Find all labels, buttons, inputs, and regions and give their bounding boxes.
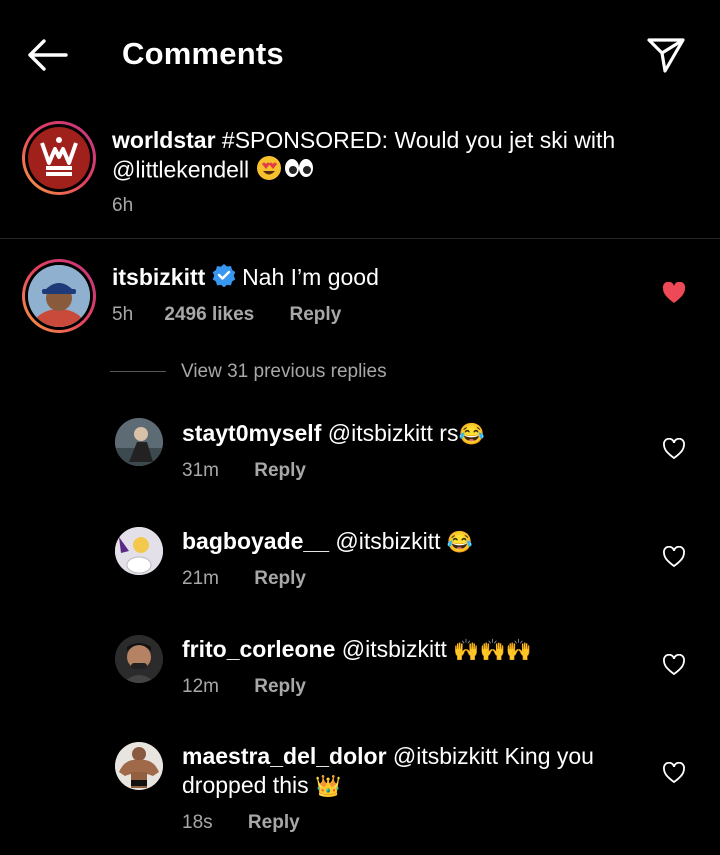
reply-username[interactable]: stayt0myself bbox=[182, 420, 321, 446]
reply-meta: 18s Reply bbox=[182, 812, 300, 834]
reply-button[interactable]: Reply bbox=[254, 568, 306, 589]
reply-meta: 12m Reply bbox=[182, 676, 306, 698]
send-icon[interactable] bbox=[646, 36, 686, 74]
reply-text: maestra_del_dolor @itsbizkitt King you d… bbox=[182, 742, 642, 801]
reply-text: bagboyade__ @itsbizkitt 😂 bbox=[182, 527, 473, 557]
heart-eyes-emoji-icon bbox=[256, 155, 284, 188]
reply-avatar[interactable] bbox=[115, 418, 163, 466]
comment-time: 5h bbox=[112, 304, 134, 325]
heart-outline-icon[interactable] bbox=[662, 761, 686, 784]
crown-emoji-icon: 👑 bbox=[314, 775, 342, 799]
heart-outline-icon[interactable] bbox=[662, 653, 686, 676]
page-title: Comments bbox=[122, 36, 284, 71]
heart-filled-icon[interactable] bbox=[662, 281, 686, 304]
reply-username[interactable]: frito_corleone bbox=[182, 636, 335, 662]
comment-username[interactable]: itsbizkitt bbox=[112, 264, 205, 290]
reply-button[interactable]: Reply bbox=[290, 304, 342, 325]
reply-meta: 31m Reply bbox=[182, 460, 306, 482]
comment-text: itsbizkitt Nah I’m good bbox=[112, 263, 379, 294]
reply-text: frito_corleone @itsbizkitt 🙌🙌🙌 bbox=[182, 635, 532, 665]
reply-meta: 21m Reply bbox=[182, 568, 306, 590]
likes-count[interactable]: 2496 likes bbox=[164, 304, 254, 325]
post-time: 6h bbox=[112, 195, 134, 216]
reply-button[interactable]: Reply bbox=[248, 812, 300, 833]
view-previous-replies[interactable]: View 31 previous replies bbox=[181, 361, 387, 383]
verified-badge-icon bbox=[212, 263, 236, 294]
comment-meta: 5h 2496 likes Reply bbox=[112, 304, 341, 326]
reply-avatar[interactable] bbox=[115, 635, 163, 683]
heart-outline-icon[interactable] bbox=[662, 545, 686, 568]
back-arrow-icon[interactable] bbox=[26, 38, 68, 72]
reply-time: 12m bbox=[182, 676, 219, 697]
replies-divider bbox=[110, 371, 166, 372]
mention-link[interactable]: @littlekendell bbox=[112, 157, 249, 183]
comment-avatar[interactable] bbox=[22, 259, 96, 333]
eyes-emoji-icon bbox=[284, 157, 314, 186]
worldstar-logo-icon bbox=[28, 127, 90, 189]
reply-username[interactable]: bagboyade__ bbox=[182, 528, 329, 554]
reply-username[interactable]: maestra_del_dolor bbox=[182, 743, 387, 769]
reply-avatar[interactable] bbox=[115, 527, 163, 575]
laughing-emoji-icon: 😂 bbox=[458, 423, 485, 447]
laughing-emoji-icon: 😂 bbox=[446, 531, 474, 555]
reply-text: stayt0myself @itsbizkitt rs😂 bbox=[182, 419, 485, 449]
reply-button[interactable]: Reply bbox=[254, 676, 306, 697]
avatar bbox=[28, 265, 90, 327]
post-avatar[interactable] bbox=[22, 121, 96, 195]
post-caption: worldstar #SPONSORED: Would you jet ski … bbox=[112, 126, 692, 188]
reply-time: 18s bbox=[182, 812, 213, 833]
reply-time: 21m bbox=[182, 568, 219, 589]
post-username[interactable]: worldstar bbox=[112, 127, 216, 153]
reply-avatar[interactable] bbox=[115, 742, 163, 790]
divider bbox=[0, 238, 720, 239]
reply-button[interactable]: Reply bbox=[254, 460, 306, 481]
raising-hands-emoji-icon: 🙌🙌🙌 bbox=[453, 639, 532, 663]
heart-outline-icon[interactable] bbox=[662, 437, 686, 460]
reply-time: 31m bbox=[182, 460, 219, 481]
